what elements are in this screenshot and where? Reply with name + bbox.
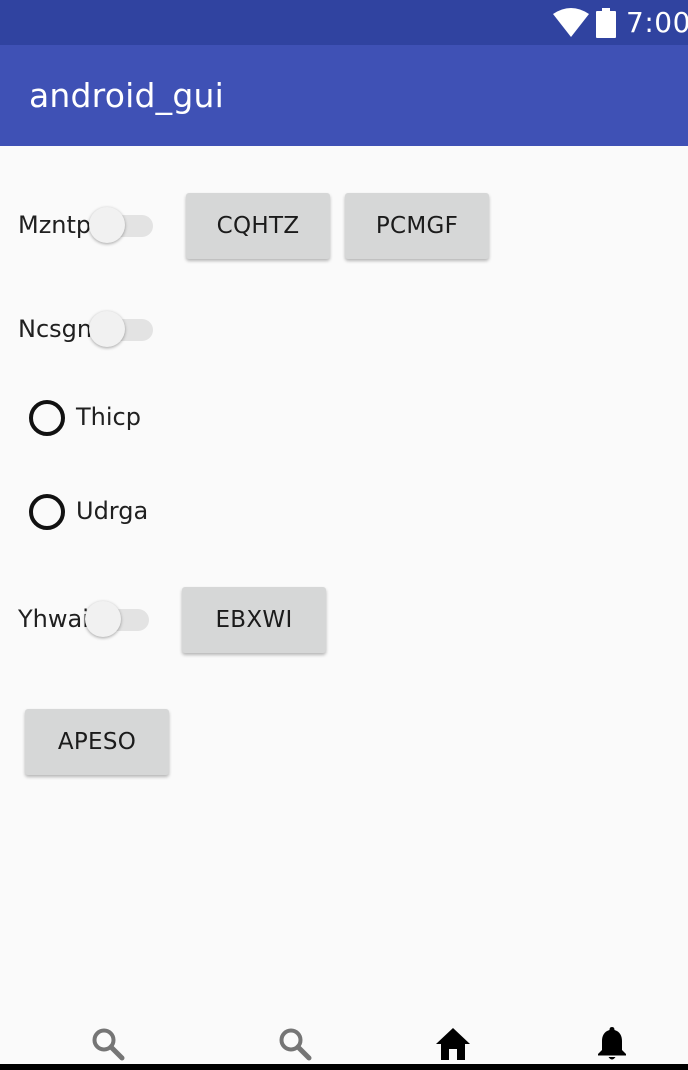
cqhtz-button[interactable]: CQHTZ	[186, 193, 330, 259]
status-bar: 7:00	[0, 0, 688, 45]
yhwai-switch[interactable]	[85, 601, 149, 637]
app-title: android_gui	[29, 76, 224, 115]
udrga-radio[interactable]	[29, 494, 65, 530]
pcmgf-button[interactable]: PCMGF	[345, 193, 489, 259]
thicp-label: Thicp	[76, 403, 141, 431]
ncsgn-switch-thumb	[89, 311, 125, 347]
yhwai-switch-thumb	[85, 601, 121, 637]
home-icon[interactable]	[435, 1026, 471, 1062]
status-time: 7:00	[626, 6, 688, 39]
mzntp-label: Mzntp	[18, 211, 92, 239]
ncsgn-switch[interactable]	[89, 311, 153, 347]
udrga-label: Udrga	[76, 497, 149, 525]
search-icon[interactable]	[90, 1026, 126, 1062]
battery-icon	[596, 8, 616, 38]
bottom-bar-line	[0, 1064, 688, 1070]
ebxwi-button[interactable]: EBXWI	[182, 587, 326, 653]
search-icon[interactable]	[277, 1026, 313, 1062]
mzntp-switch-thumb	[89, 207, 125, 243]
apeso-button[interactable]: APESO	[25, 709, 169, 775]
ncsgn-label: Ncsgn	[18, 315, 93, 343]
thicp-radio[interactable]	[29, 400, 65, 436]
bell-icon[interactable]	[594, 1026, 630, 1062]
yhwai-label: Yhwai	[18, 605, 89, 633]
wifi-icon	[553, 8, 589, 37]
mzntp-switch[interactable]	[89, 207, 153, 243]
